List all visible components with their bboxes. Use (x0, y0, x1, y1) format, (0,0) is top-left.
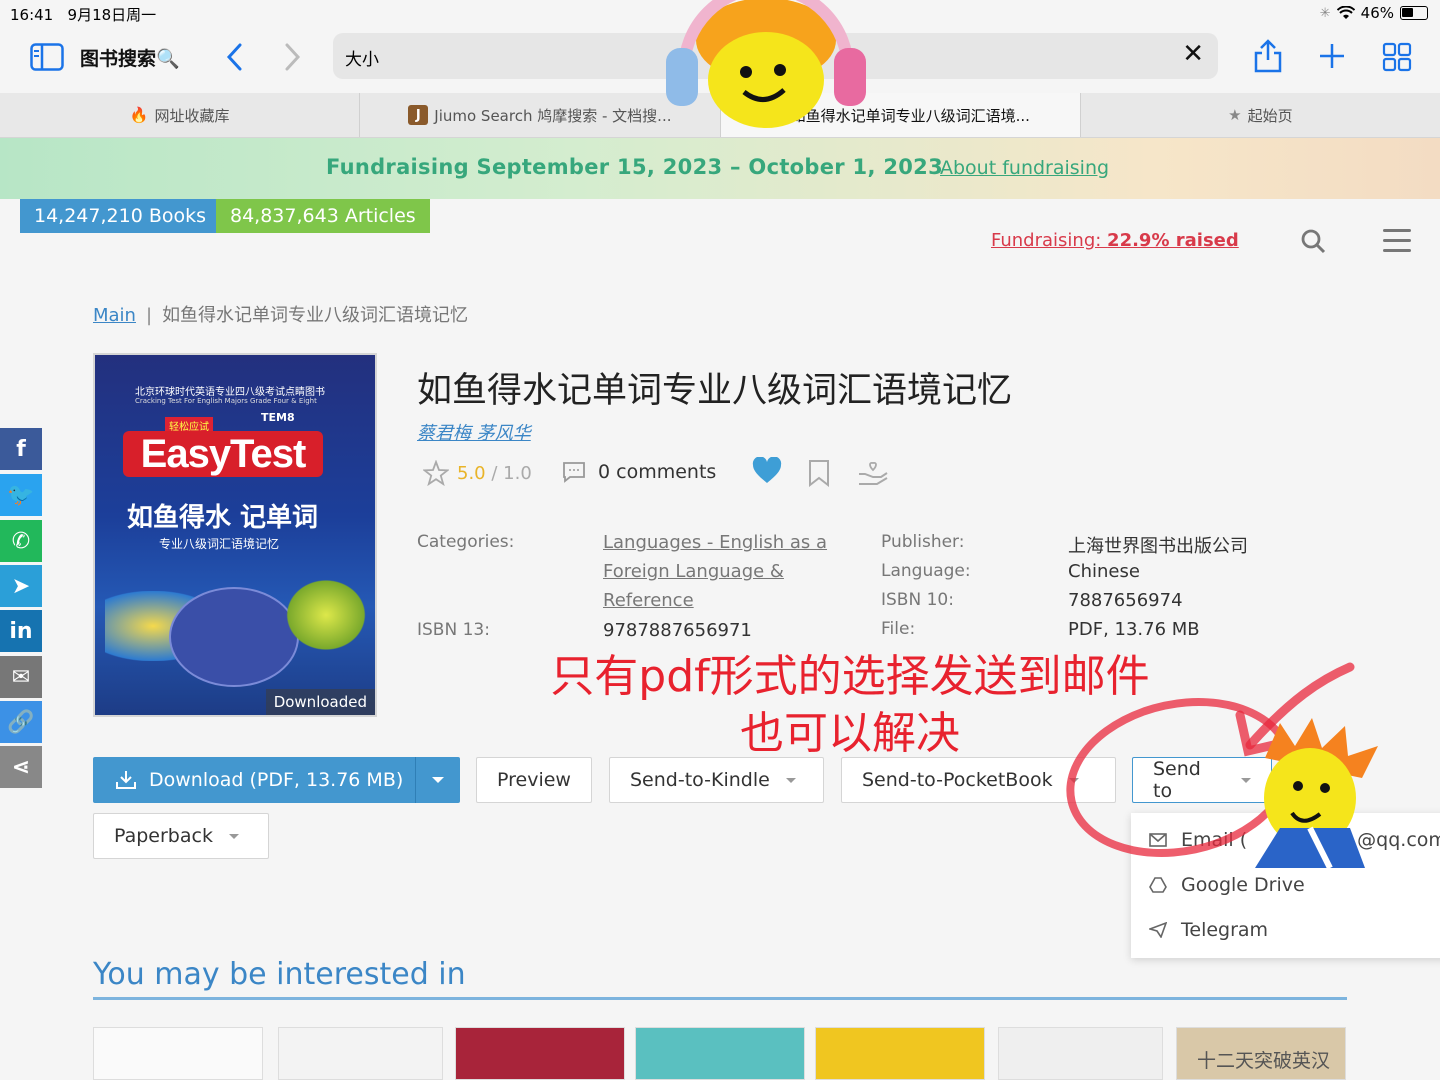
battery-icon (1400, 6, 1428, 20)
linkedin-share-icon[interactable]: in (0, 610, 42, 652)
cover-main-title: 如鱼得水 记单词 (127, 503, 319, 533)
caret-down-icon (228, 833, 239, 839)
favorite-heart-icon[interactable] (752, 457, 782, 485)
paperback-button[interactable]: Paperback (93, 813, 269, 859)
breadcrumb-current: 如鱼得水记单词专业八级词汇语境记忆 (162, 305, 469, 326)
star-icon: ★ (1228, 106, 1242, 124)
related-book-thumb-4[interactable] (635, 1027, 805, 1080)
tab-grid-icon[interactable] (1382, 42, 1412, 72)
articles-count[interactable]: 84,837,643 Articles (216, 199, 430, 233)
tab-start-page[interactable]: ★ 起始页 (1081, 93, 1440, 137)
facebook-share-icon[interactable]: f (0, 428, 42, 470)
search-icon[interactable] (1300, 228, 1326, 254)
jiumo-logo-icon: J (408, 105, 429, 125)
comments-link[interactable]: 0 comments (562, 461, 716, 483)
bookmark-icon[interactable] (808, 459, 830, 487)
download-button[interactable]: Download (PDF, 13.76 MB) (93, 757, 460, 803)
isbn13-value: 9787887656971 (603, 620, 752, 641)
twitter-share-icon[interactable]: 🐦 (0, 474, 42, 516)
isbn10-label: ISBN 10: (881, 590, 954, 610)
share-icon[interactable] (1253, 38, 1283, 74)
rating[interactable]: 5.0 / 1.0 (423, 458, 532, 488)
fire-icon: 🔥 (129, 106, 149, 124)
donate-hand-icon[interactable] (857, 458, 889, 486)
cover-brand: EasyTest (123, 431, 323, 477)
send-to-google-drive-item[interactable]: Google Drive (1149, 874, 1305, 896)
copy-link-icon[interactable]: 🔗 (0, 701, 42, 743)
send-to-telegram-item[interactable]: Telegram (1149, 919, 1268, 941)
cover-tem: TEM8 (261, 411, 295, 424)
related-book-title: 十二天突破英汉 (1197, 1050, 1331, 1072)
downloaded-badge: Downloaded (265, 689, 375, 715)
file-label: File: (881, 619, 916, 639)
related-book-thumb-7[interactable]: 十二天突破英汉 (1176, 1027, 1346, 1080)
status-time: 16:41 9月18日周一 (10, 6, 157, 24)
cover-sub-title: 专业八级词汇语境记忆 (159, 537, 280, 551)
rating-value: 5.0 / 1.0 (457, 462, 532, 484)
breadcrumb-main-link[interactable]: Main (93, 305, 136, 326)
banner-text: Fundraising September 15, 2023 – October… (326, 155, 943, 179)
telegram-icon (1149, 922, 1167, 938)
cover-circle-art (169, 587, 299, 687)
language-value: Chinese (1068, 561, 1140, 582)
categories-label: Categories: (417, 532, 515, 552)
interested-divider (93, 997, 1347, 1000)
books-count[interactable]: 14,247,210 Books (20, 199, 221, 233)
publisher-label: Publisher: (881, 532, 965, 552)
browser-title: 图书搜索🔍 (80, 48, 180, 70)
cover-subtitle-en: Cracking Test For English Majors Grade F… (135, 397, 317, 405)
publisher-value: 上海世界图书出版公司 (1068, 536, 1248, 557)
related-book-thumb-3[interactable] (455, 1027, 625, 1080)
caret-down-icon (432, 777, 444, 783)
cover-publisher-line: 北京环球时代英语专业四八级考试点睛图书 (135, 387, 325, 398)
hamburger-menu-icon[interactable] (1383, 229, 1411, 253)
headphone-sticker-icon (666, 0, 866, 128)
whatsapp-share-icon[interactable]: ✆ (0, 520, 42, 562)
related-book-thumb-1[interactable] (93, 1027, 263, 1080)
wifi-icon (1336, 6, 1355, 19)
battery-percent: 46% (1360, 4, 1394, 22)
google-drive-icon (1149, 877, 1167, 893)
tab-bookmarks[interactable]: 🔥 网址收藏库 (0, 93, 361, 137)
back-icon[interactable] (225, 42, 245, 72)
isbn13-label: ISBN 13: (417, 620, 490, 640)
star-outline-icon (423, 460, 449, 486)
fundraising-progress-link[interactable]: Fundraising: 22.9% raised (991, 230, 1239, 251)
more-share-icon[interactable]: ⋖ (0, 746, 42, 788)
download-icon (116, 771, 136, 789)
interested-heading: You may be interested in (93, 957, 466, 992)
character-sticker-icon (1255, 718, 1378, 870)
status-right: ✳ 46% (1320, 4, 1428, 22)
book-authors-link[interactable]: 蔡君梅 茅风华 (417, 419, 531, 445)
comment-icon (563, 462, 585, 483)
annotation-line-1: 只有pdf形式的选择发送到邮件 (550, 651, 1150, 702)
about-fundraising-link[interactable]: About fundraising (940, 157, 1109, 179)
book-title: 如鱼得水记单词专业八级词汇语境记忆 (417, 371, 1013, 411)
clear-icon[interactable]: ✕ (1182, 39, 1204, 69)
fundraising-banner: Fundraising September 15, 2023 – October… (0, 138, 1440, 199)
related-book-thumb-2[interactable] (278, 1027, 443, 1080)
isbn10-value: 7887656974 (1068, 590, 1183, 611)
book-cover[interactable]: 北京环球时代英语专业四八级考试点睛图书 Cracking Test For En… (93, 353, 377, 717)
new-tab-icon[interactable] (1318, 42, 1346, 70)
categories-link[interactable]: Languages - English as a Foreign Languag… (603, 528, 863, 615)
address-input[interactable]: 大小 (345, 45, 379, 70)
preview-button[interactable]: Preview (476, 757, 592, 803)
email-share-icon[interactable]: ✉ (0, 656, 42, 698)
send-to-kindle-button[interactable]: Send-to-Kindle (609, 757, 824, 803)
download-dropdown-toggle[interactable] (416, 757, 460, 803)
breadcrumb: Main | 如鱼得水记单词专业八级词汇语境记忆 (93, 305, 469, 326)
file-value: PDF, 13.76 MB (1068, 619, 1200, 640)
language-label: Language: (881, 561, 971, 581)
download-main[interactable]: Download (PDF, 13.76 MB) (93, 757, 416, 803)
cover-fish-art-2 (281, 575, 371, 655)
telegram-share-icon[interactable]: ➤ (0, 565, 42, 607)
sidebar-toggle-icon[interactable] (30, 43, 64, 71)
related-book-thumb-6[interactable] (998, 1027, 1163, 1080)
caret-down-icon (785, 777, 796, 783)
loading-icon: ✳ (1319, 5, 1331, 21)
related-book-thumb-5[interactable] (815, 1027, 985, 1080)
forward-icon[interactable] (282, 42, 302, 72)
